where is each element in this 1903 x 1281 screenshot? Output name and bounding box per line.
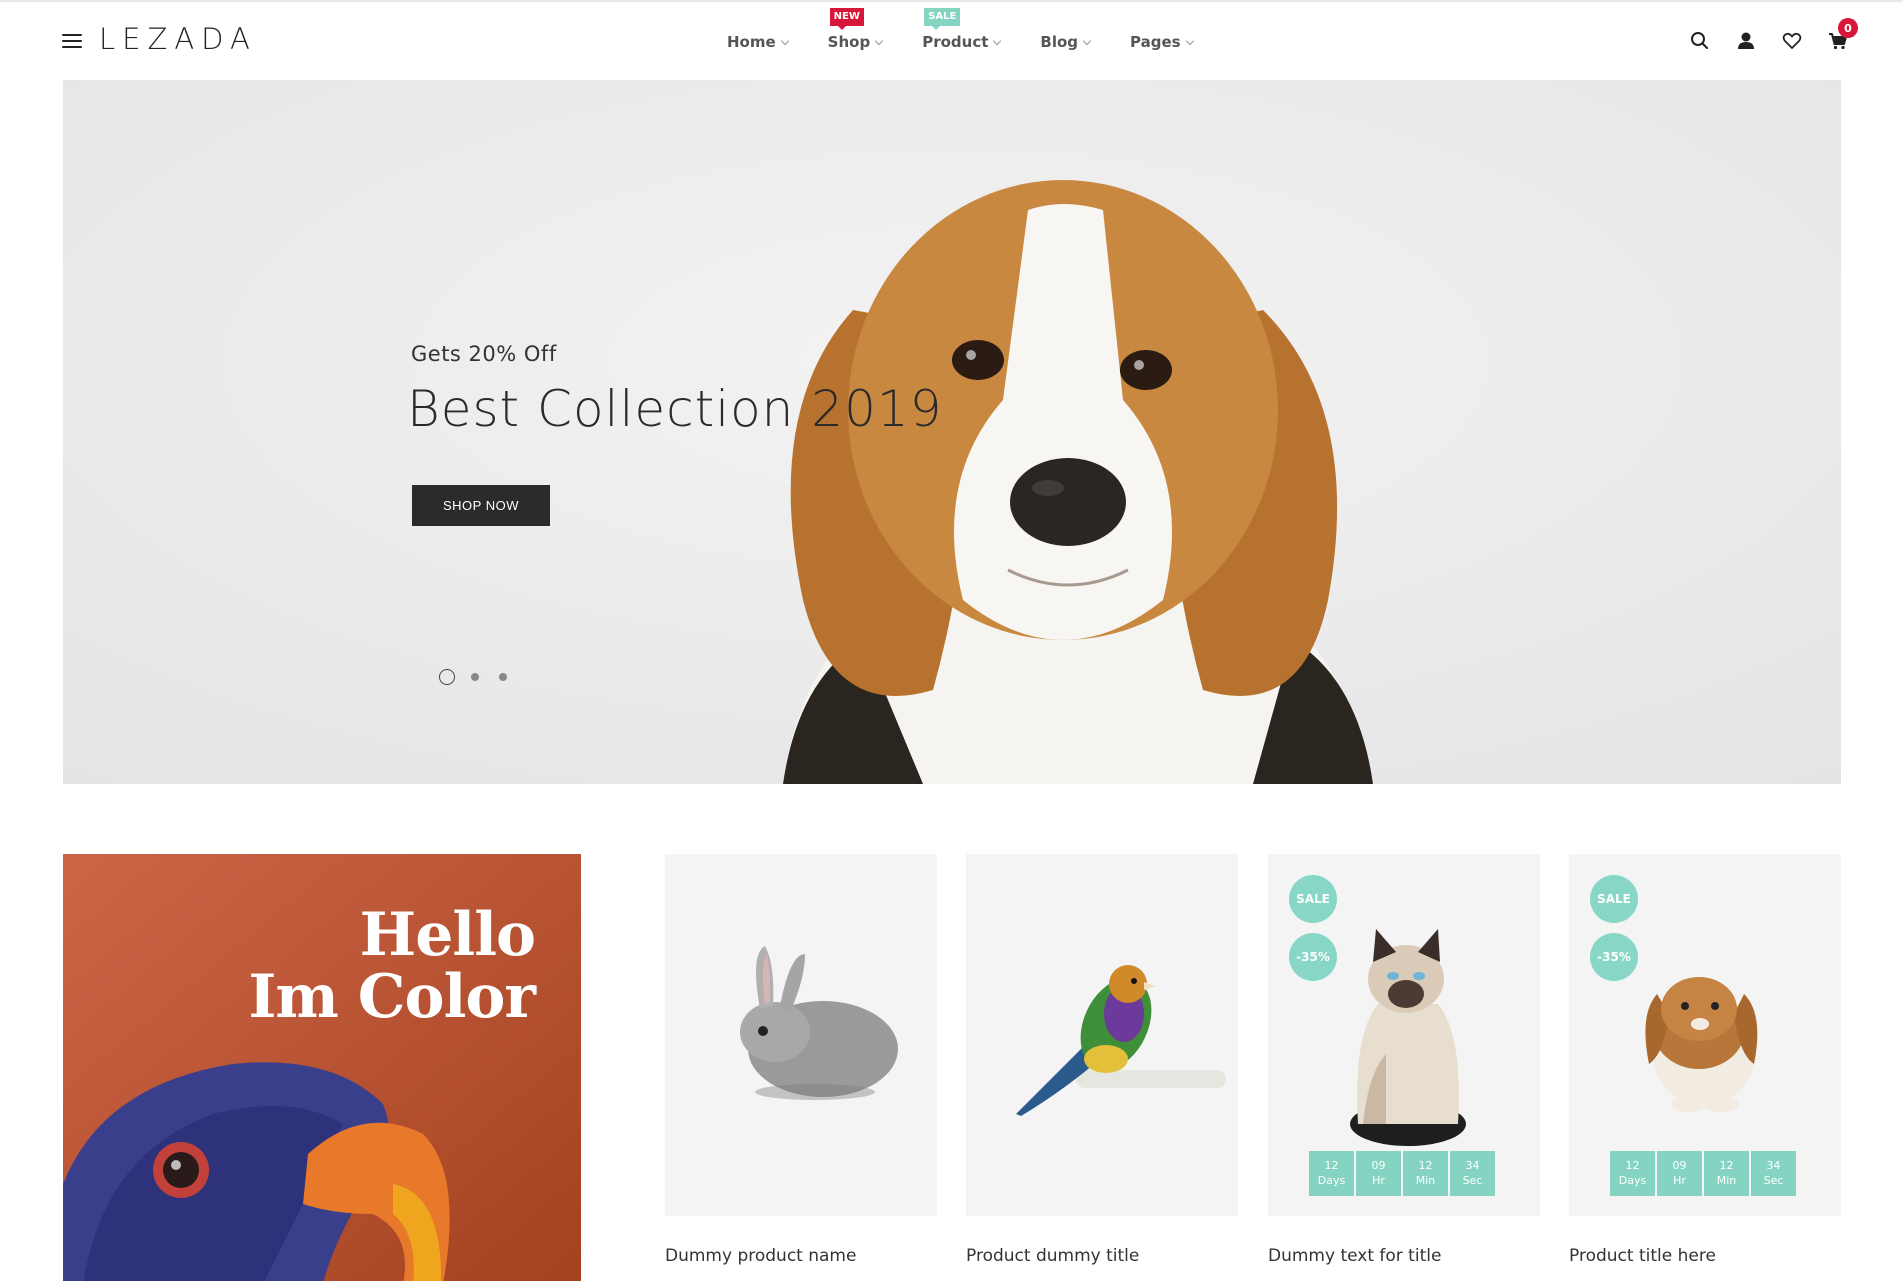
- chevron-down-icon: [993, 36, 1002, 45]
- product-image[interactable]: SALE -35% 12 Days 09 Hr 12 Min 34 Sec: [1268, 854, 1540, 1216]
- hero-subtitle: Gets 20% Off: [411, 342, 557, 366]
- bird-image: [1016, 965, 1226, 1116]
- nav-item-blog[interactable]: Blog: [1040, 32, 1092, 52]
- nav-label: Product: [922, 33, 989, 51]
- promo-line-2: Im Color: [248, 962, 536, 1032]
- site-logo[interactable]: LEZADA: [99, 22, 257, 56]
- countdown-seconds: 34 Sec: [1751, 1151, 1796, 1196]
- chevron-down-icon: [780, 36, 789, 45]
- product-title[interactable]: Product title here: [1569, 1246, 1841, 1266]
- nav-item-product[interactable]: SALE Product: [922, 8, 1002, 52]
- countdown-days: 12 Days: [1610, 1151, 1655, 1196]
- product-card[interactable]: Product dummy title: [966, 854, 1238, 1266]
- countdown-timer: 12 Days 09 Hr 12 Min 34 Sec: [1610, 1151, 1798, 1196]
- product-card[interactable]: SALE -35% 12 Days 09 Hr 12 Min 34 Sec Produc…: [1569, 854, 1841, 1266]
- countdown-hours: 09 Hr: [1657, 1151, 1702, 1196]
- promo-banner[interactable]: Hello Im Color: [63, 854, 581, 1281]
- rabbit-image: [740, 946, 898, 1100]
- hero-dog-image: [63, 80, 1841, 784]
- sale-badge: SALE: [1590, 875, 1638, 923]
- nav-item-shop[interactable]: NEW Shop: [827, 8, 884, 52]
- promo-line-1: Hello: [359, 900, 536, 970]
- header-actions: 0: [1665, 18, 1858, 52]
- main-nav: Home NEW Shop SALE Product Blog Pages: [727, 8, 1233, 52]
- product-image[interactable]: [665, 854, 937, 1216]
- countdown-minutes: 12 Min: [1403, 1151, 1448, 1196]
- hero-title: Best Collection 2019: [407, 380, 943, 438]
- sale-badge: SALE: [924, 8, 961, 30]
- sale-badge: SALE: [1289, 875, 1337, 923]
- menu-icon[interactable]: [62, 34, 82, 48]
- chevron-down-icon: [874, 36, 884, 45]
- product-title[interactable]: Product dummy title: [966, 1246, 1238, 1266]
- slide-dot-2[interactable]: [471, 673, 479, 681]
- site-header: LEZADA Home NEW Shop SALE Product Blog P…: [0, 0, 1903, 78]
- search-icon[interactable]: [1689, 30, 1711, 52]
- countdown-timer: 12 Days 09 Hr 12 Min 34 Sec: [1309, 1151, 1497, 1196]
- nav-label: Pages: [1130, 33, 1181, 51]
- nav-label: Blog: [1040, 33, 1079, 51]
- slide-dot-3[interactable]: [499, 673, 507, 681]
- product-image[interactable]: SALE -35% 12 Days 09 Hr 12 Min 34 Sec: [1569, 854, 1841, 1216]
- cart-icon[interactable]: 0: [1827, 18, 1858, 52]
- slider-pagination: [439, 669, 527, 685]
- hero-slider: Gets 20% Off Best Collection 2019 SHOP N…: [63, 80, 1841, 784]
- countdown-minutes: 12 Min: [1704, 1151, 1749, 1196]
- nav-label: Shop: [827, 33, 871, 51]
- user-icon[interactable]: [1735, 30, 1757, 52]
- nav-item-home[interactable]: Home: [727, 32, 789, 52]
- countdown-seconds: 34 Sec: [1450, 1151, 1495, 1196]
- cart-count-badge: 0: [1838, 18, 1858, 38]
- nav-item-pages[interactable]: Pages: [1130, 32, 1194, 52]
- nav-label: Home: [727, 33, 776, 51]
- promo-heading: Hello Im Color: [248, 900, 536, 1032]
- product-card[interactable]: Dummy product name: [665, 854, 937, 1266]
- slide-dot-1[interactable]: [439, 669, 455, 685]
- countdown-hours: 09 Hr: [1356, 1151, 1401, 1196]
- countdown-days: 12 Days: [1309, 1151, 1354, 1196]
- chevron-down-icon: [1185, 36, 1194, 45]
- product-title[interactable]: Dummy text for title: [1268, 1246, 1540, 1266]
- new-badge: NEW: [829, 8, 864, 30]
- heart-icon[interactable]: [1781, 30, 1803, 52]
- product-card[interactable]: SALE -35% 12 Days 09 Hr 12 Min 34 Sec Dummy …: [1268, 854, 1540, 1266]
- product-title[interactable]: Dummy product name: [665, 1246, 937, 1266]
- shop-now-button[interactable]: SHOP NOW: [412, 485, 550, 526]
- chevron-down-icon: [1082, 36, 1092, 45]
- product-image[interactable]: [966, 854, 1238, 1216]
- discount-badge: -35%: [1590, 933, 1638, 981]
- discount-badge: -35%: [1289, 933, 1337, 981]
